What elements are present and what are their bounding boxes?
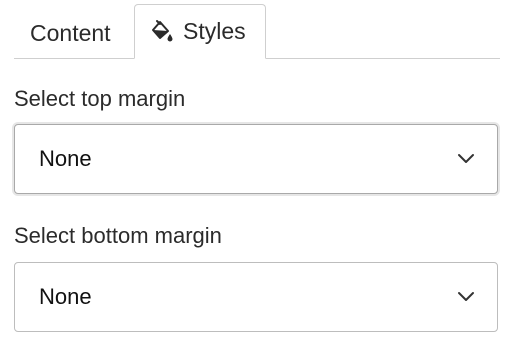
tab-styles-label: Styles [183, 18, 246, 44]
bottom-margin-label: Select bottom margin [14, 223, 222, 248]
top-margin-value: None [39, 146, 92, 171]
tab-styles[interactable]: Styles [134, 4, 266, 59]
paint-bucket-icon [149, 19, 175, 45]
chevron-down-icon [458, 292, 474, 301]
tab-bar: Content Styles [0, 0, 500, 60]
styles-panel: Content Styles Select top margin None Se… [0, 0, 512, 341]
bottom-margin-select[interactable]: None [14, 262, 498, 332]
bottom-margin-value: None [39, 284, 92, 309]
top-margin-label: Select top margin [14, 86, 186, 111]
chevron-down-icon [458, 154, 474, 163]
tab-content[interactable]: Content [30, 6, 111, 61]
tab-content-label: Content [30, 20, 111, 46]
top-margin-select[interactable]: None [14, 124, 498, 194]
